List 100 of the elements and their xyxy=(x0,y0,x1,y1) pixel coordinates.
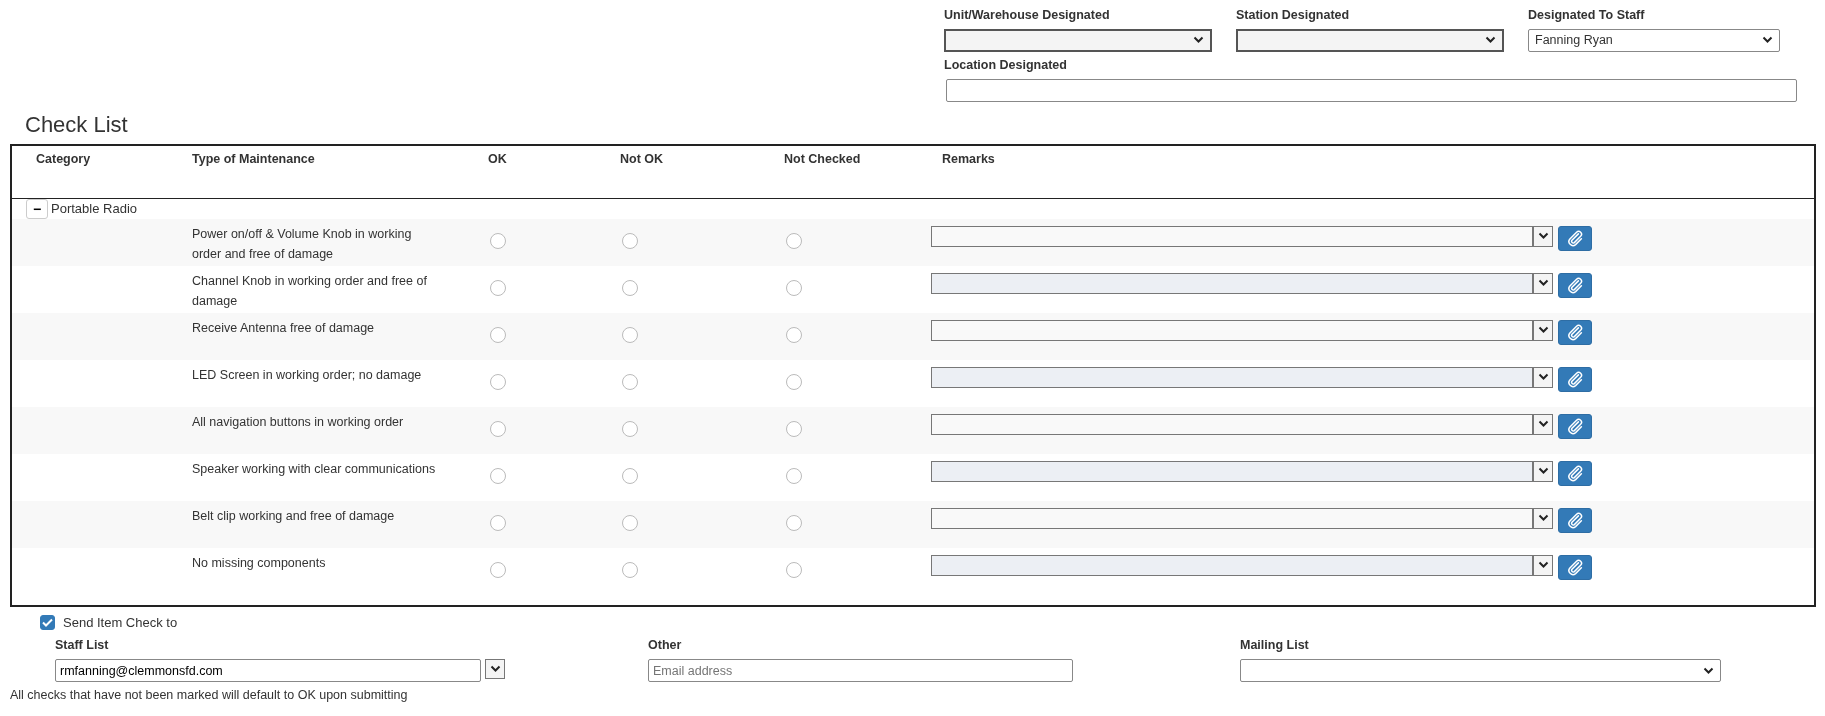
radio-button[interactable] xyxy=(490,279,506,296)
chevron-down-icon xyxy=(1485,36,1496,45)
category-name: Portable Radio xyxy=(51,200,137,219)
task-description: LED Screen in working order; no damage xyxy=(192,366,423,384)
field-label: Station Designated xyxy=(1236,7,1351,24)
dropdown-button[interactable] xyxy=(1533,366,1553,388)
column-header: Category xyxy=(35,150,92,168)
paperclip-icon xyxy=(1566,558,1584,577)
dropdown-button[interactable] xyxy=(1533,225,1553,247)
dropdown-field[interactable]: Fanning Ryan xyxy=(1528,28,1780,52)
task-description: All navigation buttons in working order xyxy=(192,413,405,431)
radio-button[interactable] xyxy=(786,420,802,437)
radio-button[interactable] xyxy=(622,467,638,484)
column-header: Not Checked xyxy=(784,150,862,168)
attach-button[interactable] xyxy=(1558,554,1592,580)
mailing-list-dropdown[interactable] xyxy=(1240,659,1721,683)
task-description: Speaker working with clear communications xyxy=(192,460,437,478)
radio-button[interactable] xyxy=(490,420,506,437)
radio-button[interactable] xyxy=(490,514,506,531)
checkbox[interactable] xyxy=(40,615,55,631)
checkbox-label: Send Item Check to xyxy=(63,613,178,632)
radio-button[interactable] xyxy=(786,326,802,343)
radio-button[interactable] xyxy=(622,326,638,343)
dropdown-button[interactable] xyxy=(1533,413,1553,435)
radio-button[interactable] xyxy=(786,514,802,531)
radio-button[interactable] xyxy=(622,279,638,296)
attach-button[interactable] xyxy=(1558,225,1592,251)
radio-button[interactable] xyxy=(786,373,802,390)
radio-button[interactable] xyxy=(490,373,506,390)
attach-button[interactable] xyxy=(1558,366,1592,392)
attach-button[interactable] xyxy=(1558,319,1592,345)
radio-button[interactable] xyxy=(490,232,506,249)
attach-button[interactable] xyxy=(1558,460,1592,486)
task-description: Belt clip working and free of damage xyxy=(192,507,396,525)
radio-button[interactable] xyxy=(490,467,506,484)
email-input-field[interactable]: Email address xyxy=(648,659,1073,683)
remarks-dropdown[interactable] xyxy=(931,319,1533,341)
column-header: Remarks xyxy=(941,150,996,168)
dropdown-button[interactable] xyxy=(1533,507,1553,529)
paperclip-icon xyxy=(1566,464,1584,483)
column-header: OK xyxy=(488,150,508,168)
dropdown-button[interactable] xyxy=(485,659,505,680)
radio-button[interactable] xyxy=(490,561,506,578)
task-description: Channel Knob in working order and free of damage xyxy=(192,272,428,310)
chevron-down-icon xyxy=(1537,514,1549,523)
chevron-down-icon xyxy=(1537,279,1549,288)
dropdown-button[interactable] xyxy=(1533,554,1553,576)
task-description: Receive Antenna free of damage xyxy=(192,319,376,337)
remarks-dropdown[interactable] xyxy=(931,225,1533,247)
chevron-down-icon xyxy=(1703,666,1714,675)
radio-button[interactable] xyxy=(786,279,802,296)
chevron-down-icon xyxy=(1537,232,1549,241)
column-header: Not OK xyxy=(620,150,665,168)
radio-button[interactable] xyxy=(786,561,802,578)
radio-button[interactable] xyxy=(786,232,802,249)
attach-button[interactable] xyxy=(1558,413,1592,439)
chevron-down-icon xyxy=(1762,36,1773,45)
dropdown-button[interactable] xyxy=(1533,319,1553,341)
dropdown-button[interactable] xyxy=(1533,460,1553,482)
paperclip-icon xyxy=(1566,511,1584,530)
remarks-dropdown[interactable] xyxy=(931,554,1533,576)
field-label: Staff List xyxy=(55,637,110,655)
field-label: Designated To Staff xyxy=(1528,7,1646,24)
collapse-toggle-button[interactable]: − xyxy=(26,198,48,219)
remarks-dropdown[interactable] xyxy=(931,366,1533,388)
location-input-field[interactable] xyxy=(946,78,1797,102)
chevron-down-icon xyxy=(489,665,501,674)
radio-button[interactable] xyxy=(622,373,638,390)
radio-button[interactable] xyxy=(622,514,638,531)
paperclip-icon xyxy=(1566,323,1584,342)
radio-button[interactable] xyxy=(622,232,638,249)
chevron-down-icon xyxy=(1537,467,1549,476)
task-description: Power on/off & Volume Knob in working order and free of damage xyxy=(192,225,413,263)
footer-note: All checks that have not been marked will default to OK upon submitting xyxy=(10,687,409,705)
chevron-down-icon xyxy=(1537,326,1549,335)
section-title: Check List xyxy=(25,111,129,138)
chevron-down-icon xyxy=(1193,36,1204,45)
chevron-down-icon xyxy=(1537,420,1549,429)
column-header: Type of Maintenance xyxy=(192,150,316,168)
radio-button[interactable] xyxy=(622,420,638,437)
paperclip-icon xyxy=(1566,276,1584,295)
field-label: Unit/Warehouse Designated xyxy=(944,7,1111,24)
chevron-down-icon xyxy=(1537,373,1549,382)
radio-button[interactable] xyxy=(786,467,802,484)
paperclip-icon xyxy=(1566,229,1584,248)
remarks-dropdown[interactable] xyxy=(931,272,1533,294)
radio-button[interactable] xyxy=(622,561,638,578)
field-label: Other xyxy=(648,637,683,655)
dropdown-button[interactable] xyxy=(1533,272,1553,294)
remarks-dropdown[interactable] xyxy=(931,460,1533,482)
remarks-dropdown[interactable] xyxy=(931,413,1533,435)
radio-button[interactable] xyxy=(490,326,506,343)
attach-button[interactable] xyxy=(1558,272,1592,298)
attach-button[interactable] xyxy=(1558,507,1592,533)
paperclip-icon xyxy=(1566,417,1584,436)
remarks-dropdown[interactable] xyxy=(931,507,1533,529)
paperclip-icon xyxy=(1566,370,1584,389)
email-input-field[interactable]: rmfanning@clemmonsfd.com xyxy=(55,659,481,683)
field-label: Mailing List xyxy=(1240,637,1310,655)
field-label: Location Designated xyxy=(944,56,1068,74)
